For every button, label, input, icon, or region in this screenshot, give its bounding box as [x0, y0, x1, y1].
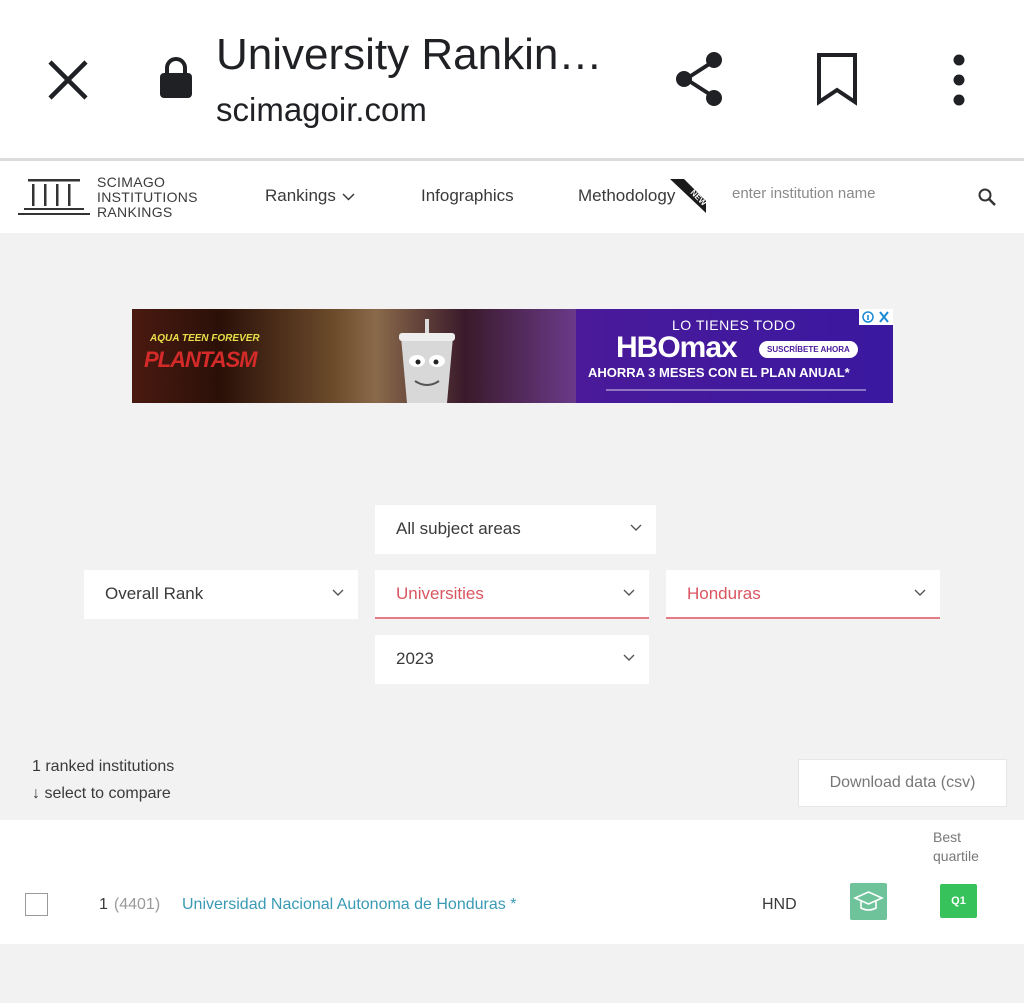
lock-icon[interactable] — [158, 56, 194, 100]
nav-rankings-label: Rankings — [265, 186, 336, 205]
country-value: Honduras — [687, 584, 761, 603]
search-icon[interactable] — [977, 187, 997, 207]
chevron-down-icon — [342, 192, 355, 201]
chevron-down-icon — [914, 589, 926, 596]
year-select[interactable]: 2023 — [375, 635, 649, 684]
new-badge: NEW — [670, 179, 708, 213]
logo-text[interactable]: SCIMAGO INSTITUTIONS RANKINGS — [97, 175, 198, 220]
ad-show-title: AQUA TEEN FOREVER — [150, 333, 260, 344]
rankings-table: Best quartile 1 (4401) Universidad Nacio… — [0, 820, 1024, 944]
logo-line: INSTITUTIONS — [97, 189, 198, 205]
results-count: 1 ranked institutions — [32, 758, 175, 775]
best-quartile-header: Best quartile — [933, 828, 979, 866]
chevron-down-icon — [623, 654, 635, 661]
year-value: 2023 — [396, 649, 434, 668]
ad-fine-print — [606, 389, 866, 391]
close-icon[interactable] — [44, 56, 92, 104]
country-select[interactable]: Honduras — [666, 570, 940, 619]
bookmark-icon[interactable] — [815, 52, 859, 106]
nav-infographics[interactable]: Infographics — [421, 186, 514, 206]
subject-area-value: All subject areas — [396, 519, 521, 538]
world-rank-value: (4401) — [113, 896, 161, 913]
browser-toolbar: University Rankin… scimagoir.com — [0, 0, 1024, 158]
share-icon[interactable] — [672, 50, 728, 108]
url-text[interactable]: scimagoir.com — [216, 91, 427, 129]
sector-select[interactable]: Universities — [375, 570, 649, 619]
page-title: University Rankin… — [216, 30, 603, 79]
chevron-down-icon — [623, 589, 635, 596]
rank-type-value: Overall Rank — [105, 584, 204, 603]
advertisement-banner[interactable]: AQUA TEEN FOREVER PLANTASM LO TIENES TOD… — [132, 309, 893, 403]
logo-icon[interactable] — [18, 177, 90, 217]
rank-type-select[interactable]: Overall Rank — [84, 570, 358, 619]
sector-value: Universities — [396, 584, 484, 603]
more-options-icon[interactable] — [948, 54, 970, 106]
nav-rankings[interactable]: Rankings — [265, 186, 355, 206]
ad-offer-text: AHORRA 3 MESES CON EL PLAN ANUAL* — [588, 365, 850, 380]
compare-hint: ↓ select to compare — [32, 785, 171, 802]
ad-subscribe-button[interactable]: SUSCRÍBETE AHORA — [759, 341, 858, 358]
logo-line: RANKINGS — [97, 204, 173, 220]
row-rank: 1 — [99, 896, 108, 913]
site-header: SCIMAGO INSTITUTIONS RANKINGS Rankings I… — [0, 161, 1024, 233]
ad-show-subtitle: PLANTASM — [144, 347, 258, 372]
compare-checkbox[interactable] — [25, 893, 48, 916]
country-code: HND — [762, 896, 797, 913]
quartile-badge: Q1 — [940, 884, 977, 918]
graduation-cap-icon — [850, 883, 887, 920]
row-world-rank: (4401) — [113, 896, 160, 914]
institution-link[interactable]: Universidad Nacional Autonoma de Hondura… — [182, 896, 516, 914]
chevron-down-icon — [332, 589, 344, 596]
logo-line: SCIMAGO — [97, 174, 166, 190]
ad-offer-panel: LO TIENES TODO HBOmax SUSCRÍBETE AHORA A… — [576, 309, 893, 403]
character-illustration — [399, 319, 455, 403]
ad-brand: HBOmax — [616, 331, 738, 364]
subject-area-select[interactable]: All subject areas — [375, 505, 656, 554]
ad-choices-icon[interactable] — [859, 309, 893, 325]
ad-artwork: AQUA TEEN FOREVER PLANTASM — [132, 309, 576, 403]
graduation-cap-svg — [853, 891, 884, 911]
search-input[interactable] — [732, 185, 962, 202]
download-csv-button[interactable]: Download data (csv) — [798, 759, 1007, 807]
best-quartile-header-line: Best — [933, 829, 962, 845]
nav-methodology[interactable]: Methodology — [578, 186, 675, 206]
best-quartile-header-line: quartile — [933, 848, 979, 864]
chevron-down-icon — [630, 524, 642, 531]
